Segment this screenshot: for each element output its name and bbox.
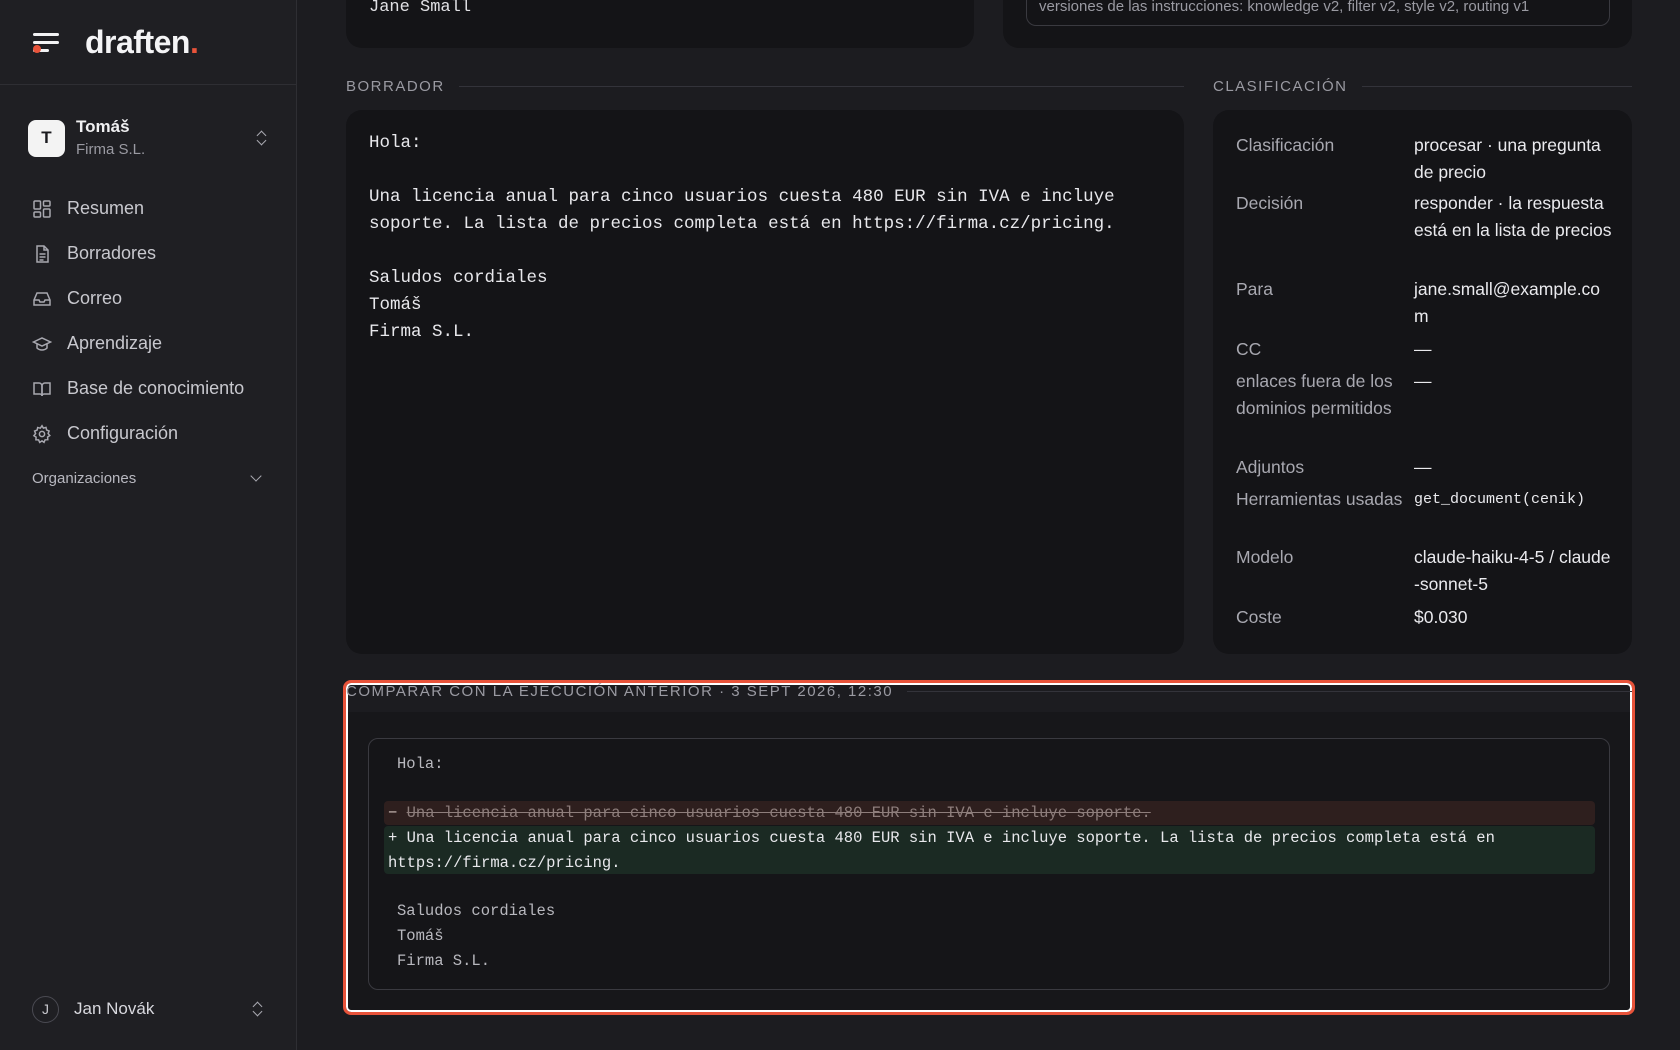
sidebar-item-base-de-conocimiento[interactable]: Base de conocimiento: [32, 366, 272, 411]
compare-highlight-frame: [343, 680, 1635, 1015]
compare-section-title: Comparar con la ejecución anterior · 3 s…: [346, 683, 1632, 700]
chevron-up-down-icon: [256, 129, 268, 147]
draft-body: Hola: Una licencia anual para cinco usua…: [369, 133, 1115, 342]
cost-row: Coste $0.030: [1236, 607, 1468, 627]
sidebar-item-label: Borradores: [67, 243, 157, 263]
model-row: Modelo claude-haiku-4-5 / claude-sonnet-…: [1236, 547, 1611, 594]
sidebar-item-label: Correo: [67, 288, 123, 308]
graduation-cap-icon: [32, 336, 52, 351]
sidebar-item-aprendizaje[interactable]: Aprendizaje: [32, 321, 272, 366]
brand-logo[interactable]: draften.: [85, 24, 199, 61]
book-icon: [33, 381, 51, 396]
sidebar-item-borradores[interactable]: Borradores: [32, 231, 272, 276]
chevron-up-down-icon: [252, 1000, 264, 1018]
dashboard-icon: [33, 199, 51, 218]
classification-row: Clasificación procesar · una pregunta de…: [1236, 135, 1601, 182]
classification-card: Clasificación procesar · una pregunta de…: [1213, 110, 1632, 654]
tools-used-row: Herramientas usadas get_document(cenik): [1236, 489, 1586, 509]
org-company-name: Firma S.L.: [76, 140, 146, 158]
signature-text: Jane Small: [369, 0, 472, 17]
draft-card: Hola: Una licencia anual para cinco usua…: [346, 110, 1184, 654]
main-content: Jane Small versiones de las instruccione…: [298, 0, 1680, 1050]
to-row: Para jane.small@example.com: [1236, 279, 1601, 326]
inbox-icon: [33, 291, 51, 306]
org-switcher[interactable]: T Tomáš Firma S.L.: [28, 117, 268, 159]
gear-icon: [32, 423, 51, 444]
organizations-label: Organizaciones: [32, 469, 137, 487]
sidebar-item-resumen[interactable]: Resumen: [32, 186, 272, 231]
chevron-down-icon: [250, 470, 262, 482]
sidebar-item-label: Base de conocimiento: [67, 378, 245, 398]
sidebar-item-label: Resumen: [67, 198, 145, 218]
org-user-name: Tomáš: [76, 116, 130, 136]
versions-box: versiones de las instrucciones: knowledg…: [1026, 0, 1610, 26]
user-switcher[interactable]: J Jan Novák: [32, 995, 264, 1023]
versions-card-tail: versiones de las instrucciones: knowledg…: [1003, 0, 1632, 48]
user-name: Jan Novák: [74, 999, 155, 1018]
sidebar-item-label: Aprendizaje: [67, 333, 163, 353]
sidebar-item-correo[interactable]: Correo: [32, 276, 272, 321]
org-avatar: T: [28, 119, 65, 157]
sidebar-nav: Resumen Borradores Correo Aprendizaje Ba…: [32, 186, 272, 456]
attachments-row: Adjuntos —: [1236, 457, 1432, 477]
sidebar: draften. T Tomáš Firma S.L. Resumen Borr…: [0, 0, 297, 1050]
brand-header: draften.: [0, 0, 296, 85]
external-links-row: enlaces fuera de los dominios permitidos…: [1236, 371, 1432, 418]
decision-row: Decisión responder · la respuesta está e…: [1236, 193, 1612, 240]
menu-icon[interactable]: [33, 31, 59, 53]
cc-row: CC —: [1236, 339, 1432, 359]
instruction-versions-text: versiones de las instrucciones: knowledg…: [1039, 0, 1530, 15]
user-avatar: J: [32, 995, 59, 1023]
email-card-tail: Jane Small: [346, 0, 974, 48]
organizations-group-toggle[interactable]: Organizaciones: [32, 466, 264, 490]
classification-section-title: Clasificación: [1213, 78, 1632, 95]
document-icon: [36, 244, 49, 263]
sidebar-item-label: Configuración: [67, 423, 179, 443]
draft-section-title: Borrador: [346, 78, 1184, 95]
sidebar-item-configuracion[interactable]: Configuración: [32, 411, 272, 456]
